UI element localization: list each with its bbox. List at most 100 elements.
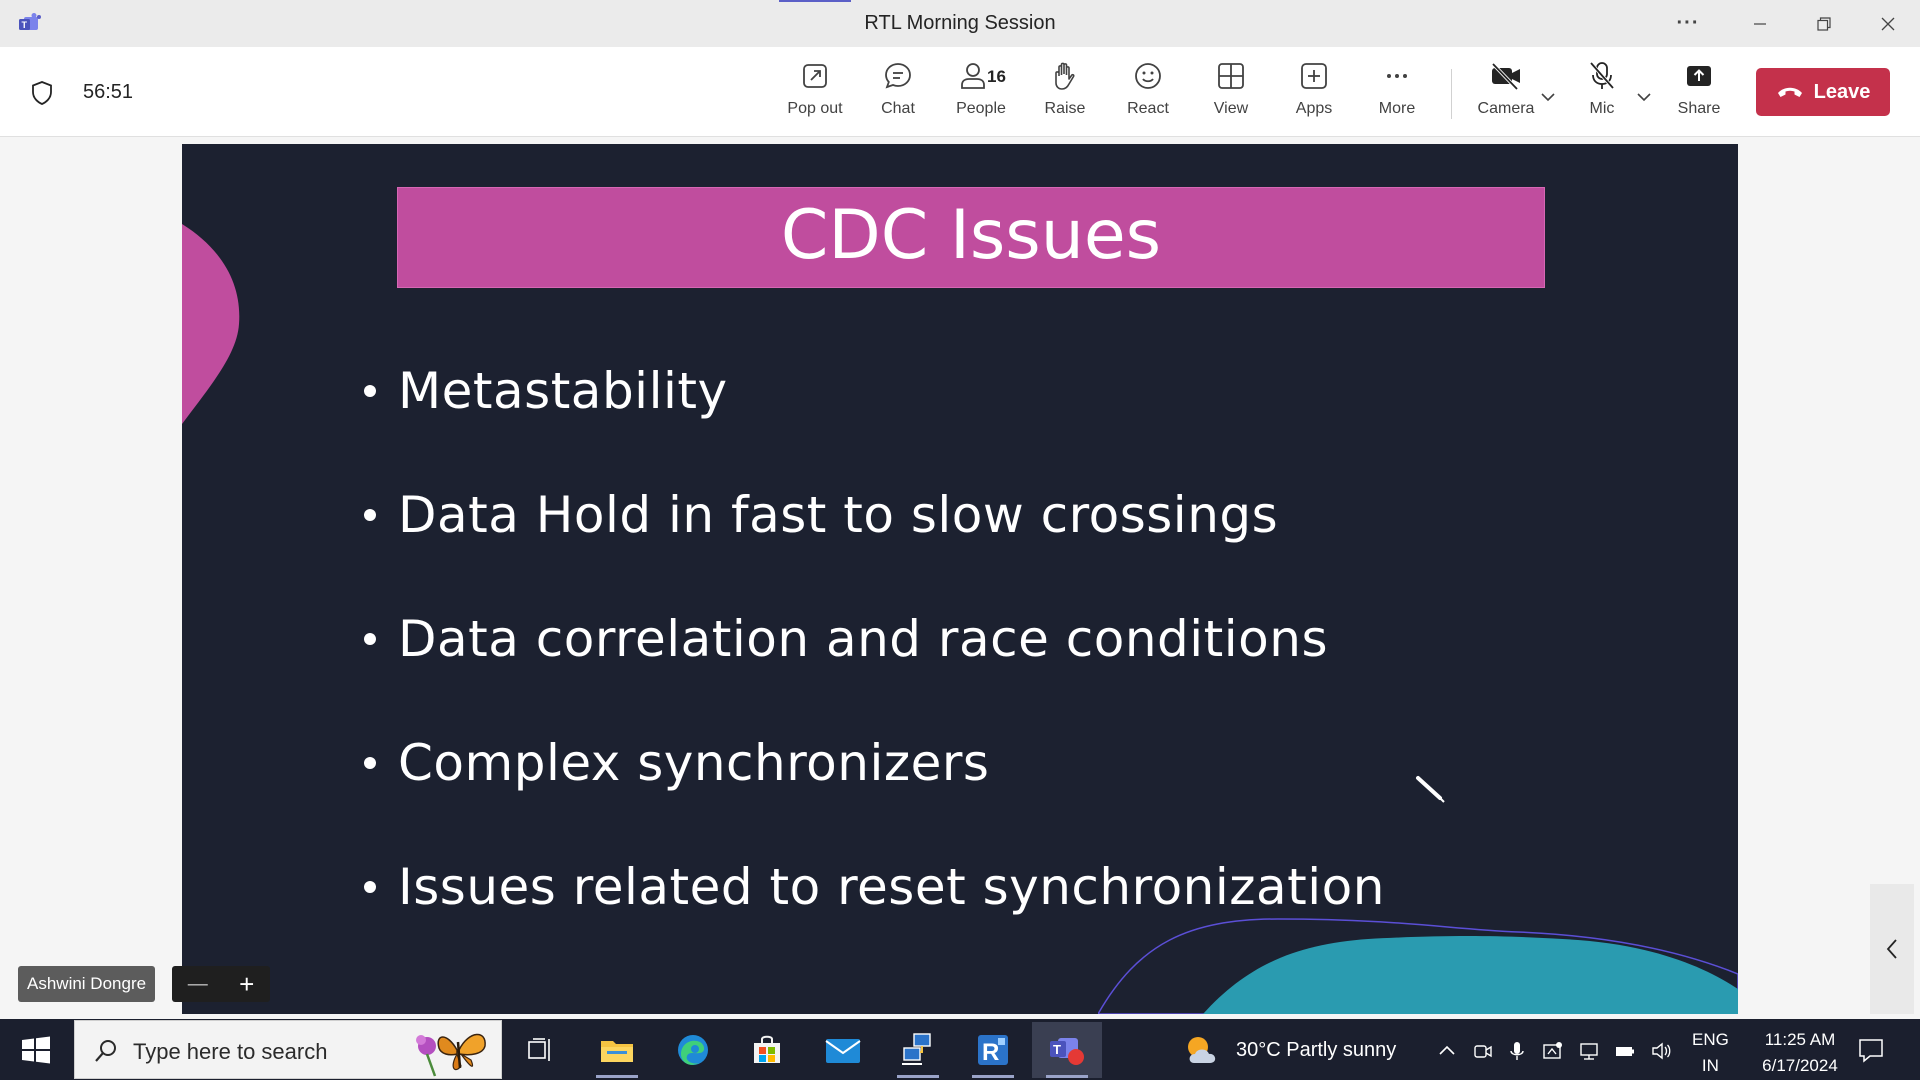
more-dots-icon: ··· [1676, 12, 1700, 34]
mail-icon [825, 1039, 861, 1063]
chevron-left-icon [1886, 939, 1897, 959]
camera-options-chevron-down-icon[interactable] [1538, 87, 1558, 107]
pen-cursor-icon [1416, 776, 1445, 803]
meeting-toolbar: 56:51 Pop out Chat 16 People Raise React… [0, 47, 1920, 137]
task-view-button[interactable] [505, 1022, 575, 1078]
bullet-text: Metastability [398, 362, 728, 420]
clock-time: 11:25 AM [1764, 1030, 1836, 1049]
input-language-indicator[interactable]: ENG IN [1692, 1027, 1729, 1079]
bullet-text: Complex synchronizers [398, 734, 990, 792]
close-button[interactable] [1856, 0, 1920, 47]
microphone-icon[interactable] [1506, 1040, 1528, 1062]
share-button[interactable]: Share [1661, 59, 1737, 129]
more-options-button[interactable]: ··· [1656, 0, 1720, 47]
folder-icon [601, 1041, 633, 1062]
shared-slide: CDC Issues Metastability Data Hold in fa… [182, 144, 1738, 1014]
bullet-dot-icon [364, 385, 376, 397]
mic-label: Mic [1589, 100, 1615, 117]
language-code: ENG [1692, 1030, 1729, 1049]
people-label: People [956, 100, 1006, 117]
chat-icon [885, 63, 911, 89]
react-button[interactable]: React [1110, 59, 1186, 129]
running-indicator [596, 1075, 638, 1078]
window-title: RTL Morning Session [864, 12, 1056, 34]
hang-up-icon [1777, 87, 1802, 97]
raise-label: Raise [1044, 100, 1086, 117]
restore-button[interactable] [1792, 0, 1856, 47]
security-alert-icon[interactable] [1542, 1040, 1564, 1062]
chat-label: Chat [881, 100, 915, 117]
mic-button[interactable]: Mic [1564, 59, 1640, 129]
speaker-icon[interactable] [1650, 1040, 1672, 1062]
mail-button[interactable] [808, 1022, 878, 1078]
minimize-button[interactable] [1728, 0, 1792, 47]
zoom-out-button[interactable]: — [188, 973, 208, 996]
network-icon[interactable] [1578, 1040, 1600, 1062]
bullet-text: Issues related to reset synchronization [398, 858, 1385, 916]
bullet-item: Metastability [362, 329, 1385, 453]
r-app-icon: R [978, 1035, 1008, 1066]
participant-count: 16 [987, 67, 1006, 86]
svg-text:R: R [982, 1039, 999, 1066]
chat-button[interactable]: Chat [860, 59, 936, 129]
leave-button[interactable]: Leave [1756, 68, 1890, 116]
react-label: React [1127, 100, 1169, 117]
minimize-icon [1754, 22, 1766, 25]
weather-widget[interactable]: 30°C Partly sunny [1182, 1033, 1396, 1067]
system-clock[interactable]: 11:25 AM 6/17/2024 [1742, 1027, 1858, 1079]
remote-desktop-button[interactable] [883, 1022, 953, 1078]
pop-out-label: Pop out [787, 100, 843, 117]
teams-meeting-window: T RTL Morning Session ··· 56:51 Pop out … [0, 0, 1920, 1080]
apps-button[interactable]: Apps [1276, 59, 1352, 129]
edge-browser-button[interactable] [658, 1022, 728, 1078]
view-label: View [1213, 100, 1249, 117]
notifications-icon[interactable] [1856, 1035, 1886, 1065]
side-panel-toggle[interactable] [1870, 884, 1914, 1014]
bullet-text: Data correlation and race conditions [398, 610, 1328, 668]
meeting-timer: 56:51 [83, 81, 134, 103]
microsoft-store-button[interactable] [732, 1022, 802, 1078]
presenter-name-tag: Ashwini Dongre [18, 966, 156, 1002]
raise-hand-button[interactable]: Raise [1027, 59, 1103, 129]
chevron-up-icon[interactable] [1436, 1040, 1458, 1062]
file-explorer-button[interactable] [582, 1022, 652, 1078]
taskbar-search-box[interactable]: Type here to search [74, 1020, 502, 1079]
share-icon [1687, 66, 1711, 86]
title-bar: T RTL Morning Session ··· [0, 0, 1920, 47]
partly-sunny-icon [1188, 1037, 1216, 1063]
windows-start-icon[interactable] [14, 1034, 56, 1066]
bullet-dot-icon [364, 633, 376, 645]
zoom-controls: — + [172, 966, 270, 1002]
edge-browser-icon [678, 1035, 708, 1065]
store-icon [754, 1035, 780, 1063]
running-indicator [972, 1075, 1014, 1078]
bullet-text: Data Hold in fast to slow crossings [398, 486, 1279, 544]
people-button[interactable]: 16 People [943, 59, 1019, 129]
camera-button[interactable]: Camera [1468, 59, 1544, 129]
more-dots-icon [1387, 74, 1407, 78]
bullet-item: Complex synchronizers [362, 701, 1385, 825]
region-code: IN [1701, 1056, 1719, 1075]
remote-app-button[interactable]: R [958, 1022, 1028, 1078]
grid-view-icon [1218, 63, 1244, 89]
bullet-dot-icon [364, 757, 376, 769]
windows-taskbar: Type here to search R T 30°C Partly sunn… [0, 1019, 1920, 1080]
pop-out-button[interactable]: Pop out [777, 59, 853, 129]
bullet-dot-icon [364, 509, 376, 521]
slide-decoration-left-shape [182, 224, 240, 424]
zoom-in-button[interactable]: + [239, 969, 254, 1000]
view-button[interactable]: View [1193, 59, 1269, 129]
mic-options-chevron-down-icon[interactable] [1634, 87, 1654, 107]
more-label: More [1378, 100, 1416, 117]
shield-icon [32, 81, 52, 105]
slide-bullet-list: Metastability Data Hold in fast to slow … [362, 329, 1385, 949]
battery-icon[interactable] [1614, 1040, 1636, 1062]
clock-date: 6/17/2024 [1762, 1056, 1838, 1075]
meet-now-icon[interactable] [1472, 1040, 1494, 1062]
bullet-item: Issues related to reset synchronization [362, 825, 1385, 949]
more-button[interactable]: More [1359, 59, 1435, 129]
teams-taskbar-button[interactable]: T [1032, 1022, 1102, 1078]
apps-label: Apps [1295, 100, 1333, 117]
network-computer-icon [902, 1033, 931, 1065]
add-app-icon [1301, 63, 1327, 89]
